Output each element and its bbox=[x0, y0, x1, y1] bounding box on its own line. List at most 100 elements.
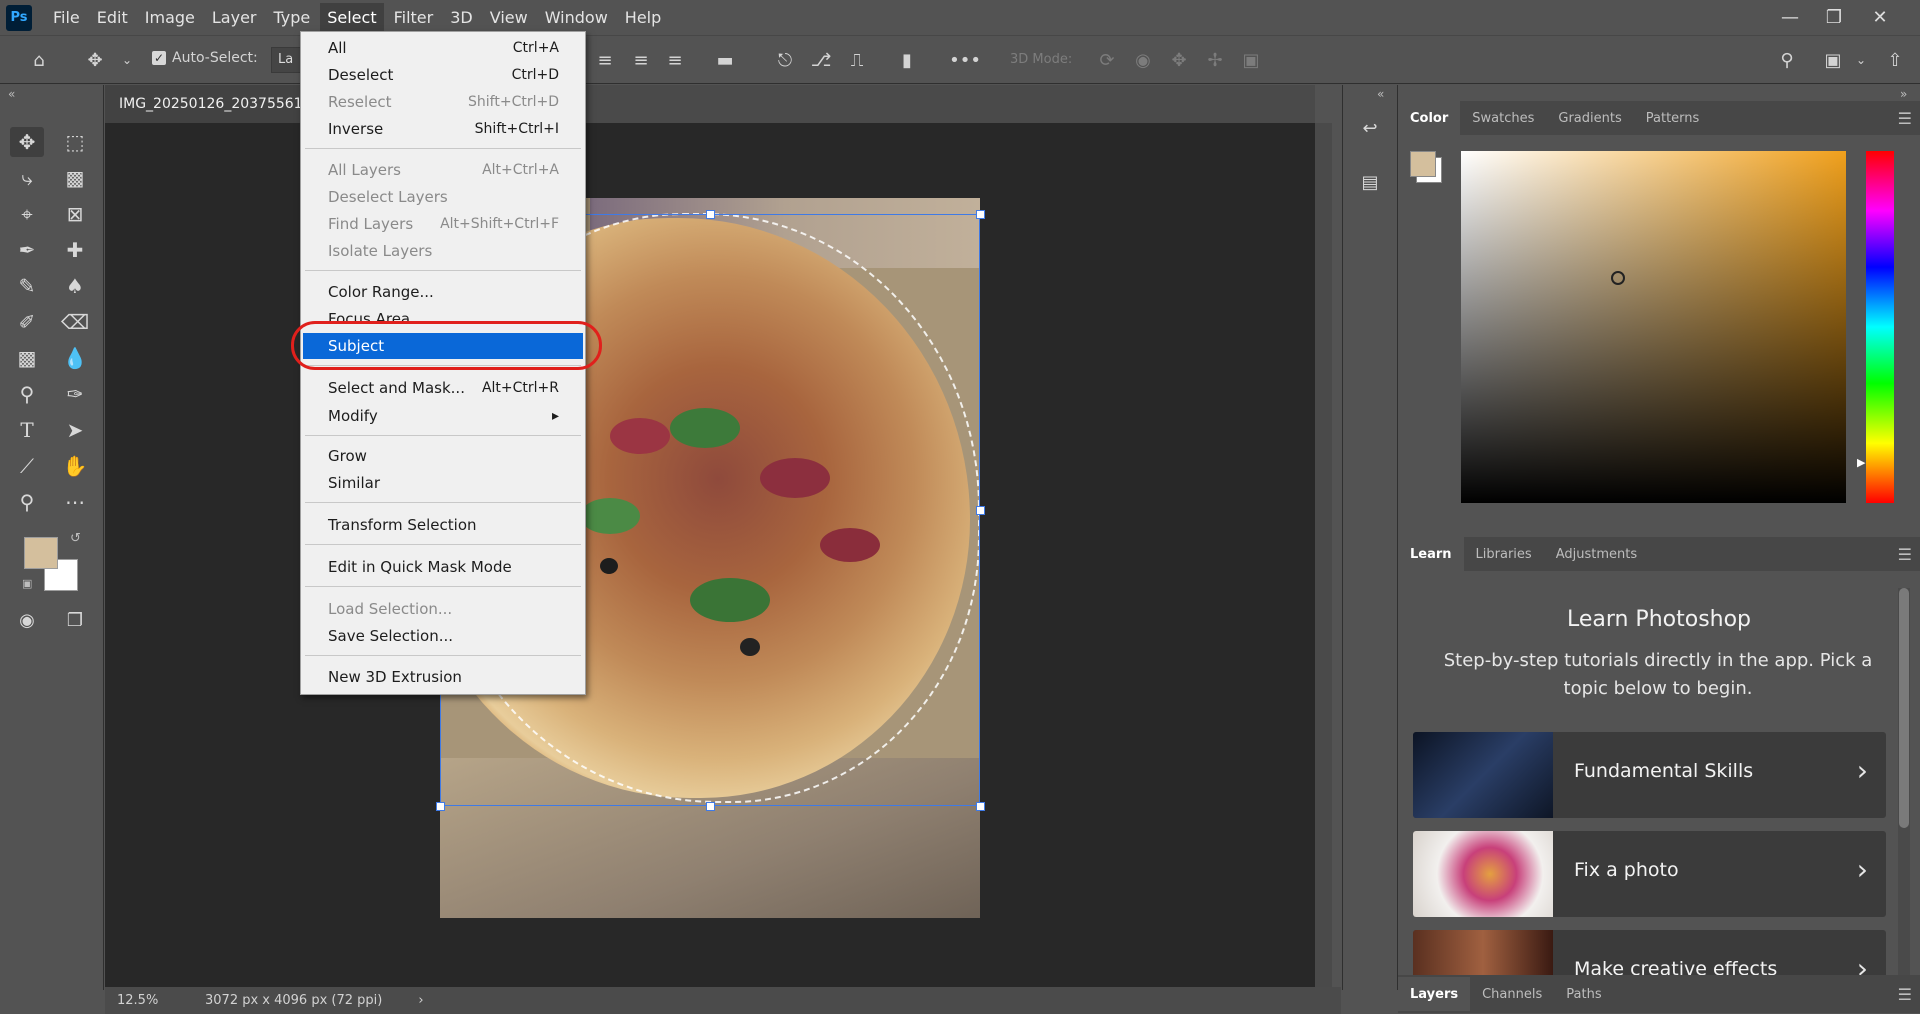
color-picker-field[interactable] bbox=[1461, 151, 1846, 503]
align-right-icon[interactable]: ≡ bbox=[660, 45, 690, 75]
color-picker-cursor[interactable] bbox=[1611, 271, 1625, 285]
distribute-icon[interactable]: ▬ bbox=[710, 45, 740, 75]
tab-patterns[interactable]: Patterns bbox=[1634, 101, 1712, 135]
layer-dropdown[interactable]: La bbox=[271, 47, 301, 73]
restore-icon[interactable]: ❐ bbox=[1812, 3, 1856, 31]
move-tool[interactable]: ✥ bbox=[10, 127, 44, 157]
menu-image[interactable]: Image bbox=[138, 3, 202, 32]
menu-item-inverse[interactable]: Inverse Shift+Ctrl+I bbox=[303, 116, 583, 142]
menu-item-grow[interactable]: Grow bbox=[303, 443, 583, 469]
tab-paths[interactable]: Paths bbox=[1554, 977, 1613, 1011]
menu-file[interactable]: File bbox=[46, 3, 87, 32]
type-tool[interactable]: T bbox=[10, 415, 44, 445]
tab-learn[interactable]: Learn bbox=[1398, 537, 1464, 571]
menu-item-transform-selection[interactable]: Transform Selection bbox=[303, 512, 583, 538]
path-selection-tool[interactable]: ➤ bbox=[58, 415, 92, 445]
menu-item-all-layers[interactable]: All Layers Alt+Ctrl+A bbox=[303, 157, 583, 183]
transform-handle[interactable] bbox=[706, 210, 715, 219]
tab-color[interactable]: Color bbox=[1398, 101, 1461, 135]
menu-item-deselect[interactable]: Deselect Ctrl+D bbox=[303, 62, 583, 88]
tab-channels[interactable]: Channels bbox=[1470, 977, 1554, 1011]
align-bottom-icon[interactable]: ⎍ bbox=[842, 45, 872, 75]
menu-item-all[interactable]: All Ctrl+A bbox=[303, 35, 583, 61]
chevron-down-icon[interactable]: ⌄ bbox=[112, 45, 142, 75]
collapse-dock-icon[interactable]: « bbox=[1377, 87, 1384, 101]
menu-edit[interactable]: Edit bbox=[90, 3, 135, 32]
properties-panel-icon[interactable]: ▤ bbox=[1353, 167, 1387, 197]
quick-mask-icon[interactable]: ◉ bbox=[10, 605, 44, 635]
menu-select[interactable]: Select bbox=[320, 3, 384, 32]
align-left-icon[interactable]: ≡ bbox=[590, 45, 620, 75]
eraser-tool[interactable]: ⌫ bbox=[58, 307, 92, 337]
menu-help[interactable]: Help bbox=[618, 3, 668, 32]
3d-roll-icon[interactable]: ◉ bbox=[1128, 45, 1158, 75]
brush-tool[interactable]: ✎ bbox=[10, 271, 44, 301]
move-tool-icon[interactable]: ✥ bbox=[80, 45, 110, 75]
menu-item-deselect-layers[interactable]: Deselect Layers bbox=[303, 184, 583, 210]
crop-tool[interactable]: ⌖ bbox=[10, 199, 44, 229]
lasso-tool[interactable]: ⤷ bbox=[10, 163, 44, 193]
auto-select-checkbox[interactable]: ✓ Auto-Select: bbox=[152, 50, 258, 66]
tab-adjustments[interactable]: Adjustments bbox=[1544, 537, 1649, 571]
line-tool[interactable]: ⟋ bbox=[10, 451, 44, 481]
3d-pan-icon[interactable]: ✥ bbox=[1164, 45, 1194, 75]
3d-orbit-icon[interactable]: ⟳ bbox=[1092, 45, 1122, 75]
default-colors-icon[interactable]: ▣ bbox=[22, 577, 32, 590]
align-middle-icon[interactable]: ⎇ bbox=[806, 45, 836, 75]
align-center-icon[interactable]: ≡ bbox=[626, 45, 656, 75]
object-selection-tool[interactable]: ▩ bbox=[58, 163, 92, 193]
screen-mode-icon[interactable]: ❐ bbox=[58, 605, 92, 635]
pen-tool[interactable]: ✑ bbox=[58, 379, 92, 409]
tab-libraries[interactable]: Libraries bbox=[1464, 537, 1544, 571]
distribute-vertical-icon[interactable]: ▮ bbox=[892, 45, 922, 75]
align-top-icon[interactable]: ⎋ bbox=[770, 45, 800, 75]
stamp-tool[interactable]: ♠ bbox=[58, 271, 92, 301]
transform-handle[interactable] bbox=[976, 506, 985, 515]
menu-3d[interactable]: 3D bbox=[443, 3, 480, 32]
marquee-tool[interactable]: ⬚ bbox=[58, 127, 92, 157]
eyedropper-tool[interactable]: ✒ bbox=[10, 235, 44, 265]
menu-item-load-selection[interactable]: Load Selection... bbox=[303, 596, 583, 622]
menu-item-modify[interactable]: Modify ▸ bbox=[303, 403, 583, 429]
gradient-tool[interactable]: ▩ bbox=[10, 343, 44, 373]
menu-filter[interactable]: Filter bbox=[387, 3, 441, 32]
tab-swatches[interactable]: Swatches bbox=[1460, 101, 1546, 135]
collapse-toolbar-icon[interactable]: « bbox=[8, 87, 15, 101]
close-icon[interactable]: ✕ bbox=[1858, 3, 1902, 31]
tab-gradients[interactable]: Gradients bbox=[1546, 101, 1633, 135]
learn-card-fundamental-skills[interactable]: Fundamental Skills › bbox=[1413, 732, 1886, 818]
minimize-icon[interactable]: — bbox=[1768, 3, 1812, 31]
more-tools-icon[interactable]: ⋯ bbox=[58, 487, 92, 517]
hand-tool[interactable]: ✋ bbox=[58, 451, 92, 481]
share-icon[interactable]: ⇧ bbox=[1880, 45, 1910, 75]
panel-menu-icon[interactable]: ☰ bbox=[1898, 109, 1912, 128]
menu-item-reselect[interactable]: Reselect Shift+Ctrl+D bbox=[303, 89, 583, 115]
search-icon[interactable]: ⚲ bbox=[1772, 45, 1802, 75]
transform-handle[interactable] bbox=[976, 210, 985, 219]
panel-menu-icon[interactable]: ☰ bbox=[1898, 985, 1912, 1004]
status-chevron-icon[interactable]: › bbox=[418, 993, 423, 1008]
menu-type[interactable]: Type bbox=[266, 3, 317, 32]
learn-card-creative-effects[interactable]: Make creative effects › bbox=[1413, 930, 1886, 975]
3d-camera-icon[interactable]: ▣ bbox=[1236, 45, 1266, 75]
expand-panels-icon[interactable]: » bbox=[1900, 87, 1907, 101]
menu-item-save-selection[interactable]: Save Selection... bbox=[303, 623, 583, 649]
dodge-tool[interactable]: ⚲ bbox=[10, 379, 44, 409]
canvas-scrollbar[interactable] bbox=[1315, 123, 1332, 987]
swap-colors-icon[interactable]: ↺ bbox=[70, 531, 81, 546]
foreground-color-swatch[interactable] bbox=[24, 537, 58, 569]
document-tab[interactable]: IMG_20250126_20375561 bbox=[105, 85, 303, 123]
zoom-level[interactable]: 12.5% bbox=[117, 993, 191, 1008]
hue-slider-handle-icon[interactable]: ▶ bbox=[1857, 456, 1865, 469]
tab-layers[interactable]: Layers bbox=[1398, 977, 1471, 1011]
menu-item-quick-mask[interactable]: Edit in Quick Mask Mode bbox=[303, 554, 583, 580]
transform-handle[interactable] bbox=[976, 802, 985, 811]
workspace-icon[interactable]: ▣ bbox=[1818, 45, 1848, 75]
history-brush-tool[interactable]: ✐ bbox=[10, 307, 44, 337]
menu-item-select-and-mask[interactable]: Select and Mask... Alt+Ctrl+R bbox=[303, 375, 583, 401]
zoom-tool[interactable]: ⚲ bbox=[10, 487, 44, 517]
more-options-icon[interactable]: ••• bbox=[949, 45, 981, 75]
frame-tool[interactable]: ⊠ bbox=[58, 199, 92, 229]
menu-item-color-range[interactable]: Color Range... bbox=[303, 279, 583, 305]
history-panel-icon[interactable]: ↩ bbox=[1353, 113, 1387, 143]
